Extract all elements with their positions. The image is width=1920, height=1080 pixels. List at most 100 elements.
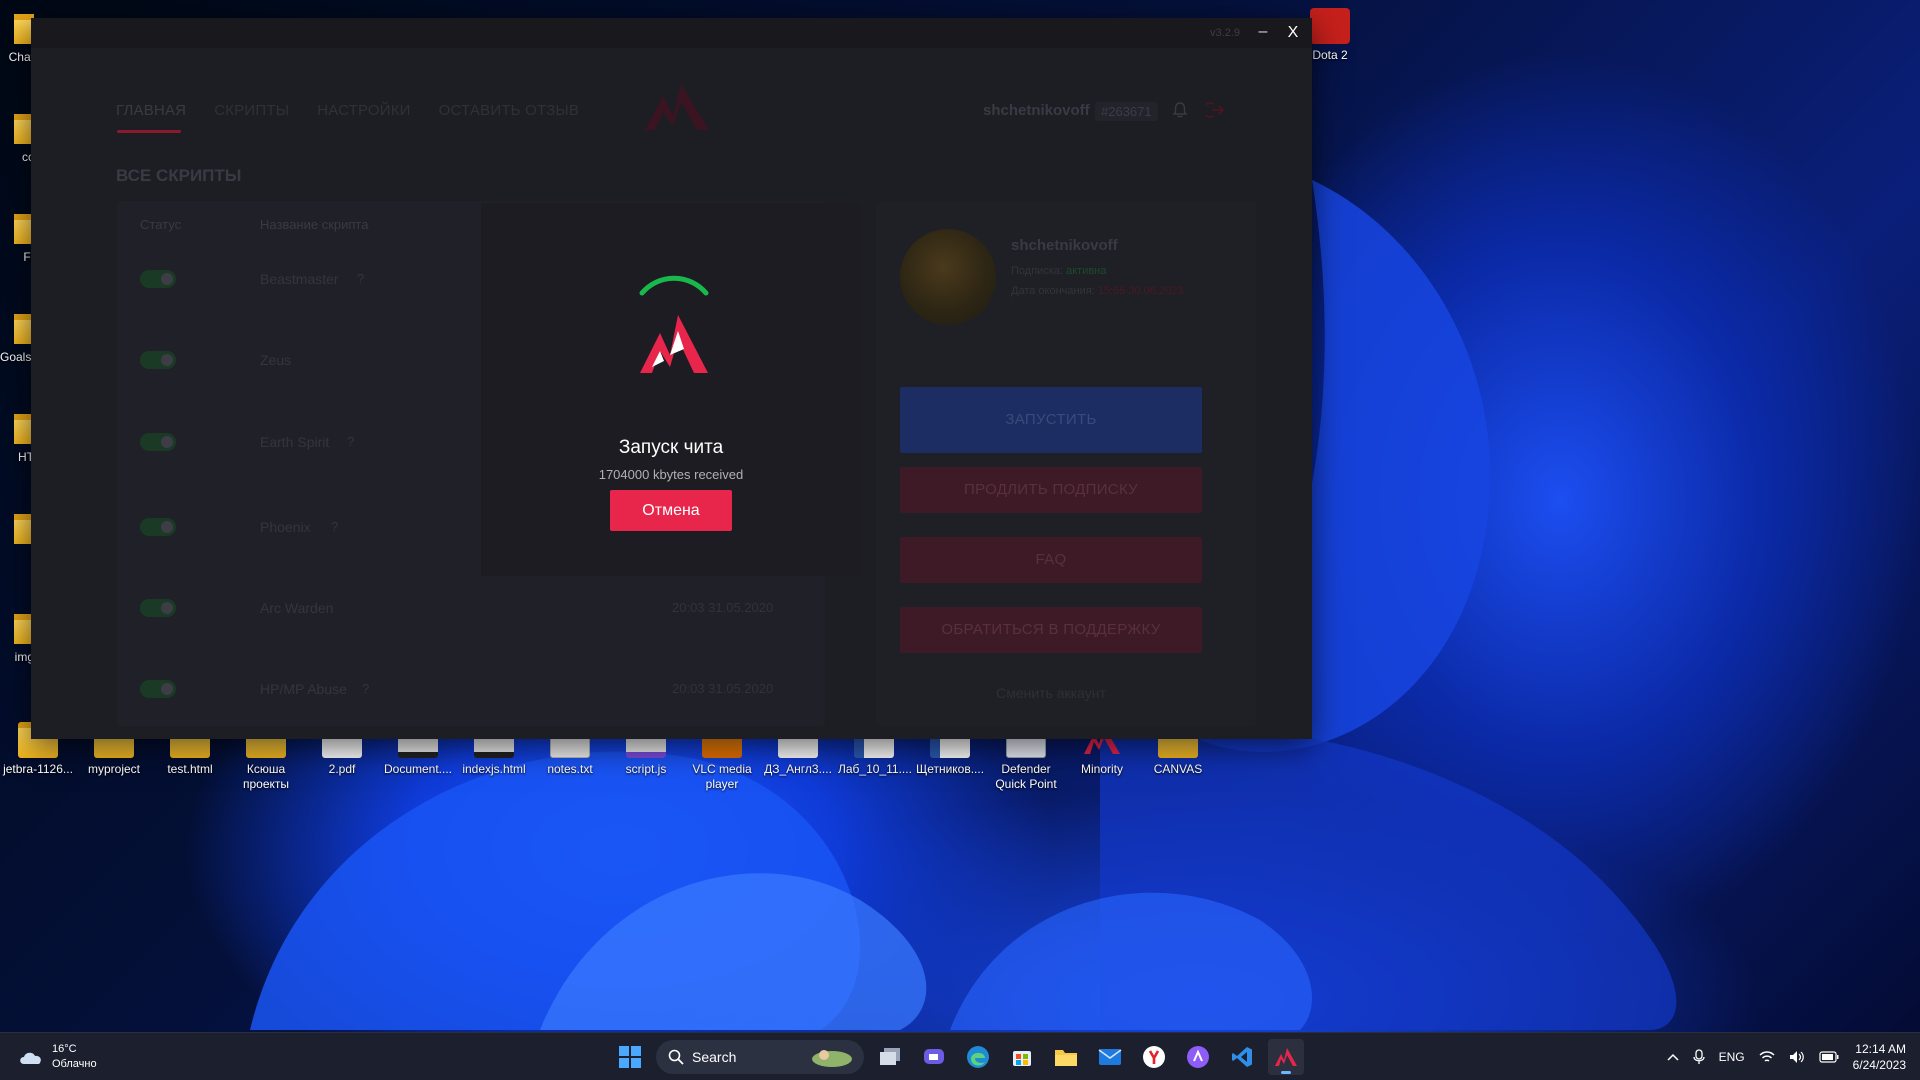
desktop-icon-left[interactable]: HT [0,414,34,464]
clock[interactable]: 12:14 AM 6/24/2023 [1853,1041,1906,1073]
launch-button[interactable]: ЗАПУСТИТЬ [900,387,1202,453]
version-label: v3.2.9 [1210,27,1240,39]
desktop-icon-left[interactable]: Goals 2 [0,314,34,364]
desktop-icon-label: Minority [1080,762,1123,776]
cloud-icon [20,1052,41,1064]
subscription-value: активна [1066,265,1107,277]
switch-account-link[interactable]: Сменить аккаунт [900,685,1202,701]
script-toggle[interactable] [140,270,176,288]
close-button[interactable]: X [1282,22,1304,44]
script-toggle[interactable] [140,433,176,451]
desktop-icon-label: Defender Quick Point [995,762,1057,791]
microphone-icon[interactable] [1692,1049,1705,1065]
weather-widget[interactable]: 16°C Облачно [18,1042,97,1072]
script-toggle[interactable] [140,518,176,536]
title-bar[interactable]: v3.2.9 – X [31,18,1312,48]
script-toggle[interactable] [140,680,176,698]
script-name: Arc Warden [260,600,334,616]
nav-item-feedback[interactable]: ОСТАВИТЬ ОТЗЫВ [439,102,579,119]
desktop-icon-label: Щетников.... [915,762,985,776]
taskbar-yandex[interactable] [1136,1039,1172,1075]
extend-subscription-button[interactable]: ПРОДЛИТЬ ПОДПИСКУ [900,467,1202,513]
desktop-icon-left[interactable]: img [0,614,34,664]
desktop-icon-label: Ксюша проекты [242,762,290,791]
desktop-icon-label: test.html [167,762,213,776]
taskbar-explorer[interactable] [1048,1039,1084,1075]
store-icon [1013,1051,1031,1066]
help-icon[interactable]: ? [347,434,354,449]
chevron-up-icon[interactable] [1667,1053,1679,1061]
nav-item-settings[interactable]: НАСТРОЙКИ [317,102,410,119]
end-date-label: Дата окончания: [1011,285,1095,297]
desktop-icon-left[interactable]: cc [0,114,34,164]
column-header-status: Статус [140,217,182,232]
taskbar-store[interactable] [1004,1039,1040,1075]
start-button[interactable] [612,1039,648,1075]
script-name: Earth Spirit [260,434,330,450]
language-indicator[interactable]: ENG [1719,1050,1745,1064]
profile-username: shchetnikovoff [1011,237,1118,254]
system-tray: ENG 12:14 AM 6/24/2023 [1667,1041,1906,1073]
desktop-icon-label: CANVAS [1153,762,1203,776]
app-window: v3.2.9 – X ГЛАВНАЯ СКРИПТЫ НАСТРОЙКИ ОСТ… [31,18,1312,739]
taskbar-vscode[interactable] [1224,1039,1260,1075]
minimize-button[interactable]: – [1252,22,1274,44]
wifi-icon[interactable] [1759,1050,1775,1064]
help-icon[interactable]: ? [357,271,364,286]
modal-title: Запуск чита [618,437,724,458]
cancel-button[interactable]: Отмена [610,490,732,531]
weather-description: Облачно [52,1058,97,1070]
section-title: ВСЕ СКРИПТЫ [116,166,242,185]
taskbar-mail[interactable] [1092,1039,1128,1075]
taskbar: 16°C Облачно Search ENG 12:14 AM 6/24/20… [0,1032,1920,1080]
help-icon[interactable]: ? [331,519,338,534]
subscription-end: Дата окончания: 15:55 30.06.2023 [1011,285,1183,297]
taskbar-edge[interactable] [960,1039,996,1075]
desktop-icon-left[interactable]: i [0,514,34,564]
desktop-icon-left[interactable]: Chat [0,14,34,64]
script-toggle[interactable] [140,351,176,369]
nav-item-home[interactable]: ГЛАВНАЯ [116,102,186,119]
app-logo-icon [1275,1048,1297,1066]
end-date-value: 15:55 30.06.2023 [1097,285,1184,297]
edge-icon [967,1046,989,1068]
search-icon [668,1049,684,1065]
help-icon[interactable]: ? [362,681,369,696]
desktop-icon-label: notes.txt [547,762,593,776]
script-name: Phoenix [260,519,311,535]
search-highlight-icon [812,1050,852,1067]
desktop-icon-label: Document.... [383,762,453,776]
taskbar-cheat-app[interactable] [1268,1039,1304,1075]
loading-spinner-icon [639,275,709,296]
taskbar-search[interactable]: Search [656,1040,864,1074]
script-name: Beastmaster [260,271,339,287]
battery-icon[interactable] [1819,1051,1839,1063]
script-toggle[interactable] [140,599,176,617]
header-user-id: #263671 [1095,102,1158,121]
taskbar-task-view[interactable] [872,1039,908,1075]
yandex-browser-icon [1143,1046,1165,1068]
script-name: Zeus [260,352,292,368]
volume-icon[interactable] [1789,1050,1805,1064]
logout-icon[interactable] [1206,100,1226,120]
header-username: shchetnikovoff [983,102,1090,119]
desktop-icon-label: indexjs.html [462,762,526,776]
nav-item-scripts[interactable]: СКРИПТЫ [214,102,289,119]
bell-icon[interactable] [1171,101,1189,119]
task-view-icon [880,1048,900,1065]
desktop-icon-label: myproject [87,762,140,776]
profile-panel: shchetnikovoff Подписка: активна Дата ок… [876,201,1256,726]
weather-temperature: 16°C [52,1043,77,1055]
support-button[interactable]: ОБРАТИТЬСЯ В ПОДДЕРЖКУ [900,607,1202,653]
table-row: HP/MP Abuse ? 20:03 31.05.2020 [117,670,825,710]
main-nav: ГЛАВНАЯ СКРИПТЫ НАСТРОЙКИ ОСТАВИТЬ ОТЗЫВ [116,102,579,119]
chat-icon [924,1049,944,1064]
desktop-icon-left[interactable]: FI [0,214,34,264]
subscription-status: Подписка: активна [1011,265,1106,277]
taskbar-teams[interactable] [916,1039,952,1075]
nav-active-underline [117,130,181,133]
app-logo-icon [640,315,708,373]
taskbar-alice[interactable] [1180,1039,1216,1075]
faq-button[interactable]: FAQ [900,537,1202,583]
folder-icon [1055,1050,1077,1066]
